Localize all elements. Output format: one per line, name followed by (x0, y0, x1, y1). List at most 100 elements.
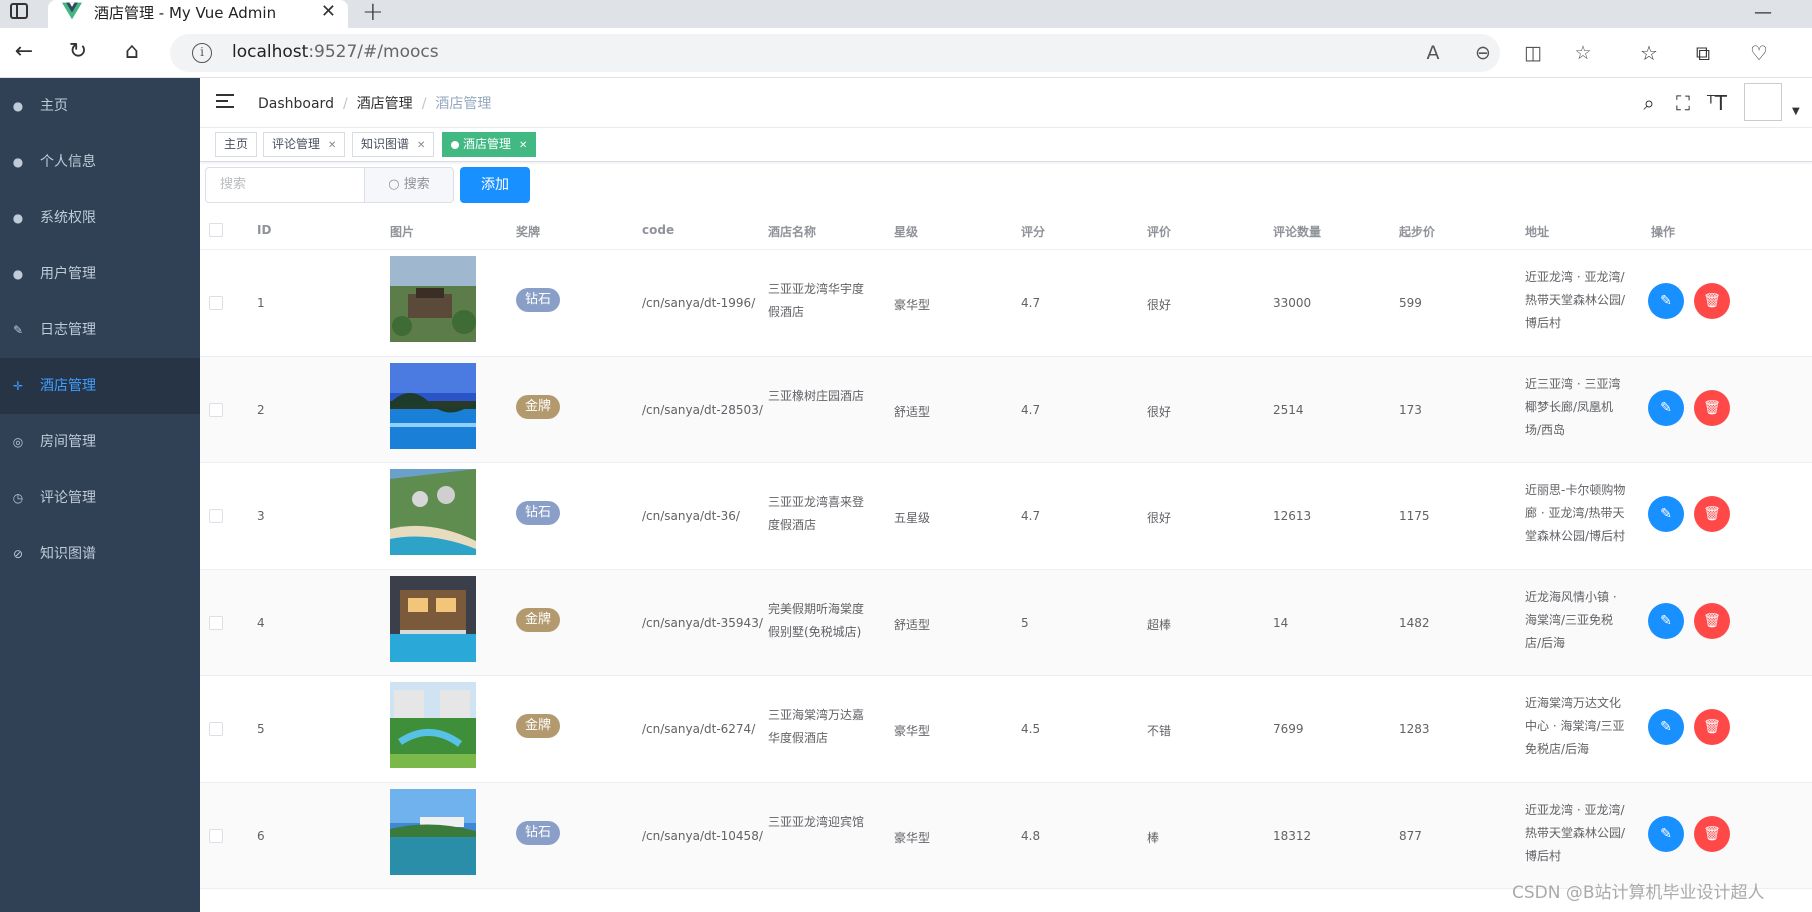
cell-hotel-name: 三亚亚龙湾迎宾馆 (768, 814, 865, 829)
delete-button[interactable]: 🗑 (1694, 815, 1730, 852)
fullscreen-icon[interactable]: ⛶ (1670, 90, 1696, 116)
zoom-out-icon[interactable]: ⊖ (1470, 40, 1496, 66)
cell-code: /cn/sanya/dt-10458/ (642, 828, 763, 843)
search-input[interactable]: 搜索 (205, 167, 365, 203)
trash-icon: 🗑 (1703, 506, 1721, 522)
row-checkbox[interactable] (209, 722, 223, 736)
new-tab-icon[interactable]: + (362, 0, 384, 27)
close-icon[interactable]: ✕ (519, 140, 527, 151)
sidebar-item-knowledge-graph[interactable]: ⊘ 知识图谱 (0, 526, 200, 582)
delete-button[interactable]: 🗑 (1694, 283, 1730, 319)
favorite-star-icon[interactable]: ☆ (1570, 40, 1596, 66)
browser-essentials-icon[interactable]: ♡ (1746, 40, 1772, 66)
close-icon[interactable]: ✕ (417, 140, 425, 151)
delete-button[interactable]: 🗑 (1694, 602, 1730, 639)
tag-comments[interactable]: 评论管理 ✕ (263, 132, 346, 157)
column-header: code (642, 223, 675, 237)
collections-icon[interactable]: ⧉ (1690, 40, 1716, 66)
cell-hotel-name: 三亚橡树庄园酒店 (768, 388, 865, 403)
sidebar-item-comments[interactable]: ◷ 评论管理 (0, 470, 200, 526)
row-checkbox[interactable] (209, 828, 223, 843)
column-header[interactable]: ID (257, 223, 271, 237)
trash-icon: 🗑 (1703, 825, 1721, 842)
browser-tab[interactable]: 酒店管理 - My Vue Admin ✕ (48, 0, 348, 28)
split-screen-icon[interactable]: ◫ (1520, 40, 1546, 66)
back-icon[interactable]: ← (10, 38, 38, 66)
sidebar-item-permissions[interactable]: ● 系统权限 (0, 190, 200, 246)
edit-button[interactable]: ✎ (1648, 496, 1684, 532)
edit-button[interactable]: ✎ (1648, 709, 1684, 745)
column-header: 酒店名称 (768, 225, 817, 239)
sidebar-item-logs[interactable]: ✎ 日志管理 (0, 302, 200, 358)
sidebar-item-profile[interactable]: ● 个人信息 (0, 134, 200, 190)
row-checkbox[interactable] (209, 509, 223, 523)
delete-button[interactable]: 🗑 (1694, 389, 1730, 426)
search-icon[interactable]: ⌕ (1636, 90, 1662, 116)
table-body: 1 钻石/cn/sanya/dt-1996/三亚亚龙湾华宇度假酒店 豪华型 4.7 很好… (200, 250, 1812, 889)
close-icon[interactable]: ✕ (328, 140, 336, 151)
edit-button[interactable]: ✎ (1648, 815, 1684, 852)
edit-icon: ✎ (1660, 506, 1672, 522)
vue-logo-icon (62, 2, 82, 20)
tag-home[interactable]: 主页 (215, 132, 258, 157)
select-all-checkbox[interactable] (209, 223, 223, 237)
breadcrumb-item[interactable]: 酒店管理 (357, 96, 413, 112)
address-bar[interactable]: i localhost:9527/#/moocs A ⊖ ◫ ☆ (170, 34, 1592, 72)
search-button-label: 搜索 (403, 177, 430, 192)
cell-id: 2 (257, 402, 265, 417)
info-icon[interactable]: i (192, 43, 212, 63)
sidebar-item-home[interactable]: ● 主页 (0, 78, 200, 134)
cell-star: 舒适型 (894, 404, 931, 419)
caret-down-icon[interactable]: ▼ (1792, 106, 1800, 117)
delete-button[interactable]: 🗑 (1694, 709, 1730, 745)
column-header: 奖牌 (516, 225, 541, 239)
sidebar-item-rooms[interactable]: ◎ 房间管理 (0, 414, 200, 470)
delete-button[interactable]: 🗑 (1694, 496, 1730, 532)
cell-review-count: 14 (1273, 615, 1289, 630)
add-button[interactable]: 添加 (460, 167, 530, 203)
edit-button[interactable]: ✎ (1648, 283, 1684, 319)
browser-tab-title: 酒店管理 - My Vue Admin (94, 4, 277, 22)
cell-price: 599 (1399, 296, 1422, 310)
window-menu-icon[interactable] (10, 3, 28, 19)
sidebar-item-hotels[interactable]: ✛ 酒店管理 (0, 358, 200, 414)
hotel-image (390, 788, 476, 875)
breadcrumb-separator: / (421, 96, 427, 112)
cell-review: 不错 (1147, 724, 1172, 738)
font-size-icon[interactable]: ᵀT (1704, 90, 1730, 116)
search-button[interactable]: ○ 搜索 (364, 167, 454, 203)
table-row: 4 金牌/cn/sanya/dt-35943/完美假期听海棠度假别墅(免税城店) 舒… (200, 569, 1812, 676)
row-checkbox[interactable] (209, 296, 223, 310)
row-checkbox[interactable] (209, 615, 223, 630)
cell-review-count: 18312 (1273, 828, 1312, 843)
read-aloud-icon[interactable]: A (1420, 40, 1446, 66)
sidebar-item-label: 酒店管理 (40, 378, 96, 394)
cell-address: 近丽思-卡尔顿购物廊 · 亚龙湾/热带天堂森林公园/博后村 (1525, 483, 1626, 543)
cell-review: 很好 (1147, 511, 1172, 525)
medal-badge: 钻石 (516, 501, 561, 525)
edit-button[interactable]: ✎ (1648, 389, 1684, 426)
column-header: 图片 (390, 225, 415, 239)
breadcrumb-item[interactable]: Dashboard (258, 96, 334, 112)
compass-icon: ⊘ (12, 547, 24, 561)
column-header: 操作 (1651, 225, 1676, 239)
hamburger-icon[interactable] (216, 94, 234, 108)
table-row: 5 金牌/cn/sanya/dt-6274/三亚海棠湾万达嘉华度假酒店 豪华型 4.5… (200, 676, 1812, 783)
favorites-icon[interactable]: ☆ (1636, 40, 1662, 66)
trash-icon: 🗑 (1703, 719, 1721, 735)
home-icon[interactable]: ⌂ (118, 38, 146, 66)
tag-knowledge-graph[interactable]: 知识图谱 ✕ (352, 132, 435, 157)
sidebar-item-label: 用户管理 (40, 266, 96, 282)
cell-review: 很好 (1147, 404, 1172, 419)
tag-hotels[interactable]: 酒店管理 ✕ (442, 132, 537, 157)
reload-icon[interactable]: ↻ (64, 38, 92, 66)
close-tab-icon[interactable]: ✕ (321, 1, 336, 22)
row-checkbox[interactable] (209, 402, 223, 417)
edit-button[interactable]: ✎ (1648, 602, 1684, 639)
sidebar-item-users[interactable]: ● 用户管理 (0, 246, 200, 302)
hotel-image (390, 469, 476, 555)
cell-review-count: 33000 (1273, 296, 1312, 310)
minimize-icon[interactable]: — (1754, 2, 1772, 23)
hotel-image (390, 362, 476, 449)
avatar[interactable] (1744, 83, 1782, 121)
